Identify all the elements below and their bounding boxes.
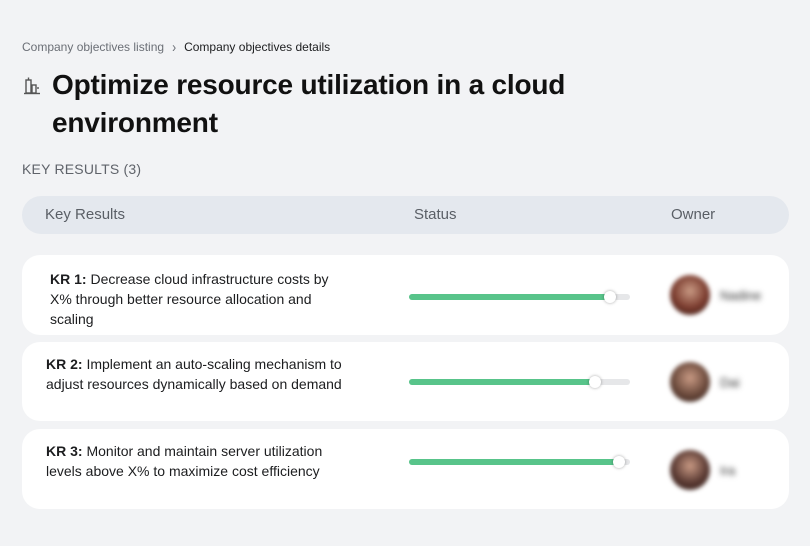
owner-cell[interactable]: Nadine: [670, 275, 761, 315]
avatar: [670, 362, 710, 402]
key-result-text: Implement an auto-scaling mechanism to a…: [46, 356, 342, 392]
progress-fill: [409, 379, 595, 385]
key-result-description: KR 1: Decrease cloud infrastructure cost…: [50, 269, 350, 329]
key-result-description: KR 2: Implement an auto-scaling mechanis…: [46, 354, 346, 394]
key-result-tag: KR 3:: [46, 443, 83, 459]
progress-fill: [409, 459, 619, 465]
key-result-description: KR 3: Monitor and maintain server utiliz…: [46, 441, 346, 481]
key-result-tag: KR 2:: [46, 356, 83, 372]
key-results-count-label: KEY RESULTS (3): [22, 161, 142, 177]
key-result-row[interactable]: KR 2: Implement an auto-scaling mechanis…: [22, 342, 789, 421]
owner-name: Dai: [720, 374, 740, 390]
objective-header: Optimize resource utilization in a cloud…: [22, 66, 592, 142]
key-result-tag: KR 1:: [50, 271, 87, 287]
progress-handle[interactable]: [604, 291, 617, 303]
breadcrumb-parent-link[interactable]: Company objectives listing: [22, 40, 164, 54]
avatar: [670, 275, 710, 315]
key-result-row[interactable]: KR 1: Decrease cloud infrastructure cost…: [22, 255, 789, 335]
progress-fill: [409, 294, 611, 300]
progress-handle[interactable]: [612, 456, 625, 468]
status-progress-bar[interactable]: [409, 456, 630, 468]
key-results-table-header: Key Results Status Owner: [22, 196, 789, 234]
key-result-row[interactable]: KR 3: Monitor and maintain server utiliz…: [22, 429, 789, 509]
avatar: [670, 450, 710, 490]
owner-cell[interactable]: Dai: [670, 362, 740, 402]
owner-name: Nadine: [720, 287, 762, 303]
column-header-key-results[interactable]: Key Results: [45, 206, 125, 223]
breadcrumb-current: Company objectives details: [184, 40, 331, 54]
column-header-owner[interactable]: Owner: [671, 206, 715, 223]
breadcrumb: Company objectives listing › Company obj…: [22, 38, 331, 56]
chevron-right-icon: ›: [172, 38, 177, 56]
key-result-text: Monitor and maintain server utilization …: [46, 443, 323, 479]
status-progress-bar[interactable]: [409, 291, 630, 303]
column-header-status[interactable]: Status: [414, 206, 457, 223]
building-chart-icon: [24, 77, 40, 95]
status-progress-bar[interactable]: [409, 376, 630, 388]
progress-handle[interactable]: [588, 376, 601, 388]
owner-cell[interactable]: Ira: [670, 450, 735, 490]
key-result-text: Decrease cloud infrastructure costs by X…: [50, 271, 329, 327]
page-title: Optimize resource utilization in a cloud…: [52, 69, 566, 138]
objective-details-page: Company objectives listing › Company obj…: [0, 0, 810, 546]
owner-name: Ira: [720, 462, 736, 478]
